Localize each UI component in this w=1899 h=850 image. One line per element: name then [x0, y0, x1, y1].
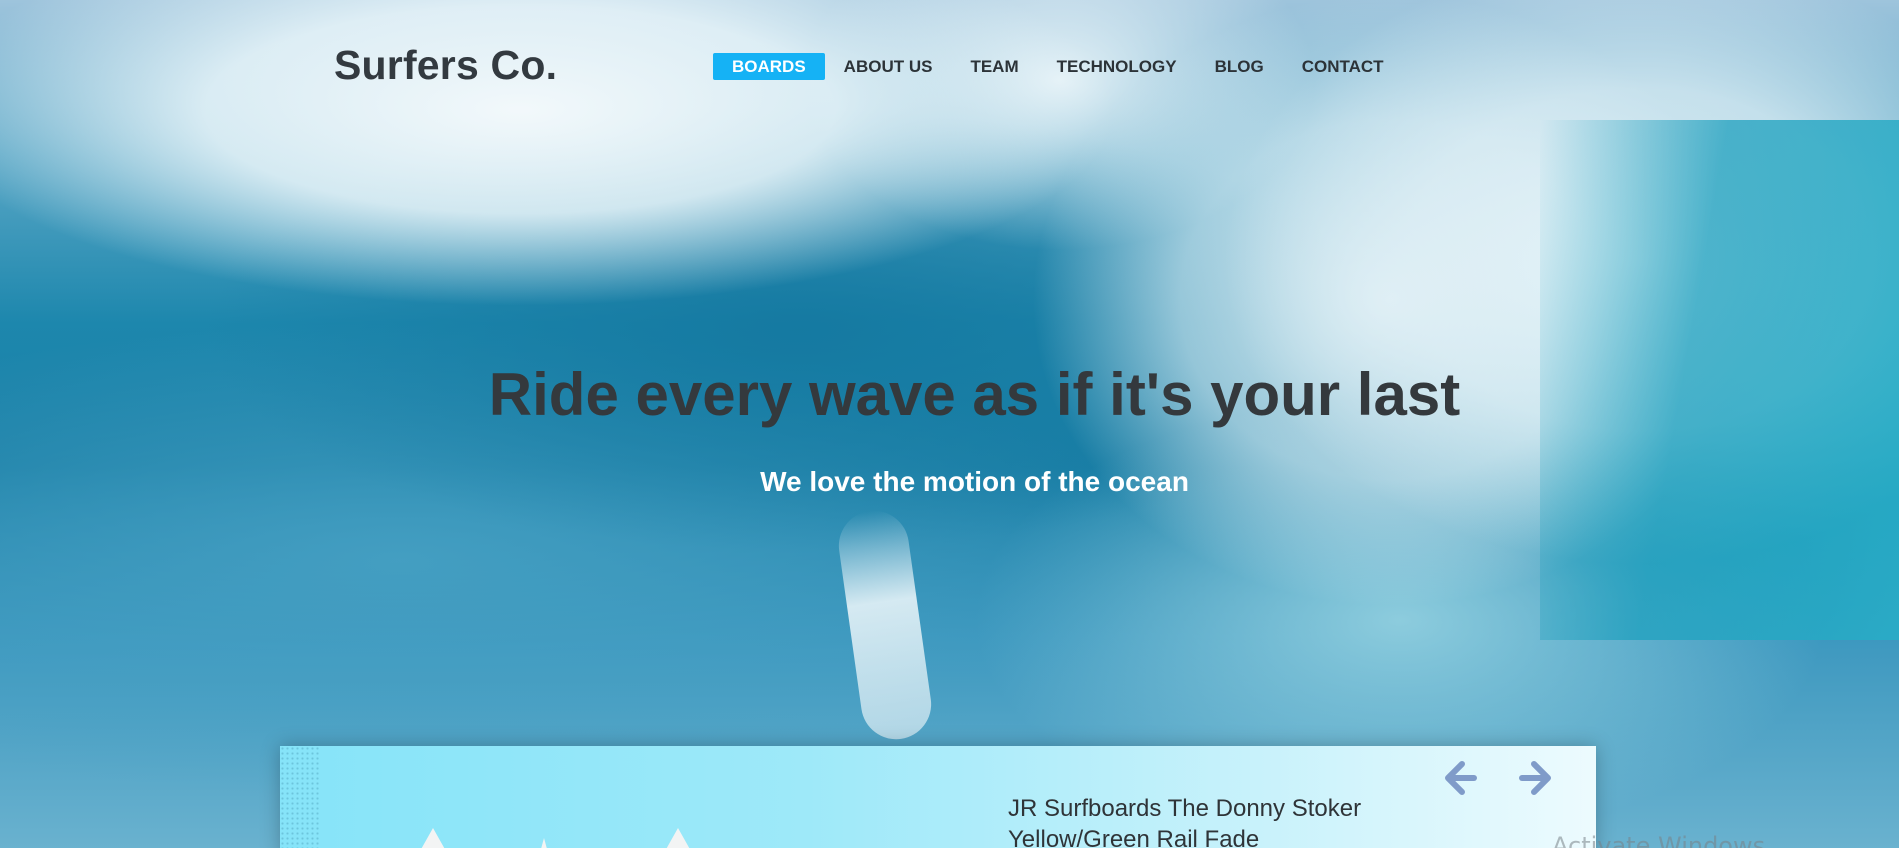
product-title[interactable]: JR Surfboards The Donny Stoker Yellow/Gr… — [1008, 793, 1428, 850]
carousel-next-button[interactable] — [1516, 758, 1556, 798]
brand-logo[interactable]: Surfers Co. — [334, 42, 557, 89]
nav-item-contact[interactable]: CONTACT — [1283, 53, 1403, 80]
main-nav: BOARDS ABOUT US TEAM TECHNOLOGY BLOG CON… — [713, 53, 1403, 80]
hero-subtitle: We love the motion of the ocean — [760, 466, 1189, 497]
surfboard-fin-image — [660, 828, 696, 850]
surfboard-fin-image — [415, 828, 451, 850]
product-carousel-card: JR Surfboards The Donny Stoker Yellow/Gr… — [280, 746, 1596, 850]
nav-item-blog[interactable]: BLOG — [1196, 53, 1283, 80]
nav-item-boards[interactable]: BOARDS — [713, 53, 825, 80]
carousel-prev-button[interactable] — [1440, 758, 1480, 798]
hero-title: Ride every wave as if it's your last — [488, 361, 1461, 428]
product-image — [280, 746, 320, 850]
nav-item-team[interactable]: TEAM — [951, 53, 1037, 80]
arrow-left-icon — [1445, 761, 1477, 795]
nav-item-technology[interactable]: TECHNOLOGY — [1038, 53, 1196, 80]
page: Surfers Co. BOARDS ABOUT US TEAM TECHNOL… — [0, 0, 1899, 850]
nav-item-about-us[interactable]: ABOUT US — [825, 53, 952, 80]
arrow-right-icon — [1519, 761, 1551, 795]
